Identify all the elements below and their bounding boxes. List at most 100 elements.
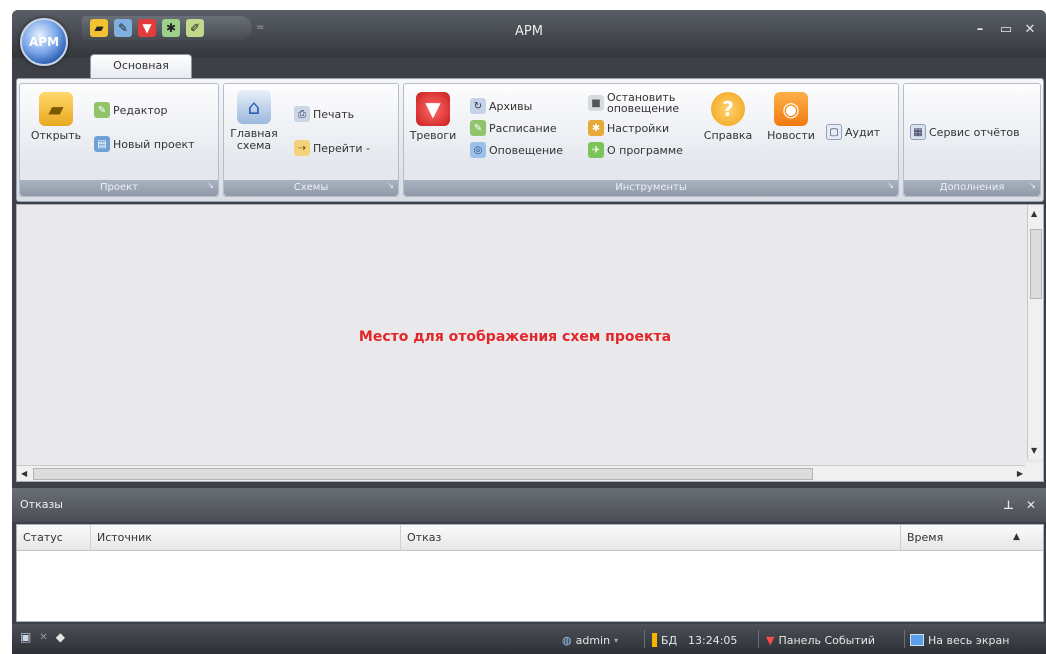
failures-grid: Статус Источник Отказ Время ▲ (16, 524, 1044, 622)
help-button[interactable]: ? Справка (698, 92, 758, 142)
ribbon: ▰ Открыть ✎ Редактор ▤ Новый проект Прое… (16, 78, 1044, 202)
notification-label: Оповещение (489, 143, 564, 157)
notification-icon: ◎ (470, 142, 486, 158)
scroll-right-icon[interactable]: ▶ (1017, 469, 1023, 478)
title-bar: ▰ ✎ ▼ ✱ ✐ = АРМ – ▭ ✕ (12, 10, 1046, 58)
db-label: БД (661, 633, 678, 647)
window-title: АРМ (515, 24, 543, 39)
alarms-icon: ▼ (416, 92, 450, 126)
sort-ascending-icon[interactable]: ▲ (1013, 532, 1020, 542)
schemes-group-title: Схемы (293, 182, 329, 193)
addons-group-title: Дополнения (939, 182, 1005, 193)
open-folder-icon: ▰ (39, 92, 73, 126)
news-label: Новости (767, 129, 815, 142)
print-label: Печать (313, 107, 355, 121)
fullscreen-button[interactable]: На весь экран (910, 630, 1009, 650)
vertical-scrollbar[interactable]: ▲ ▼ (1027, 205, 1043, 459)
dialog-launcher-icon[interactable]: ↘ (207, 178, 214, 194)
alarms-button[interactable]: ▼ Тревоги (406, 92, 460, 142)
stop-label-2: оповещение (607, 102, 680, 115)
column-source[interactable]: Источник (91, 525, 401, 551)
audit-label: Аудит (845, 125, 881, 139)
horizontal-scrollbar[interactable]: ◀ ▶ (17, 465, 1027, 481)
horizontal-scroll-thumb[interactable] (33, 468, 813, 480)
new-project-button[interactable]: ▤ Новый проект (94, 136, 195, 152)
stop-notification-label: Остановить оповещение (607, 92, 679, 114)
user-label: admin (575, 633, 611, 647)
maximize-button[interactable]: ▭ (996, 22, 1016, 37)
dialog-launcher-icon[interactable]: ↘ (387, 178, 394, 194)
panel-close-icon[interactable]: ✕ (1026, 488, 1036, 522)
about-button[interactable]: ✈ О программе (588, 142, 683, 158)
news-button[interactable]: ◉ Новости (762, 92, 820, 142)
report-icon: ▦ (910, 124, 926, 140)
events-panel-label: Панель Событий (778, 633, 876, 647)
status-time: 13:24:05 (688, 630, 737, 650)
scroll-left-icon[interactable]: ◀ (21, 469, 27, 478)
goto-label: Перейти - (313, 141, 370, 155)
group-label-schemes: Схемы ↘ (224, 180, 398, 196)
eraser-icon[interactable]: ◆ (56, 630, 65, 644)
stop-icon: ■ (588, 95, 604, 111)
settings-button[interactable]: ✱ Настройки (588, 120, 669, 136)
main-scheme-label-2: схема (236, 139, 272, 152)
print-button[interactable]: ⎙ Печать (294, 106, 354, 122)
archives-button[interactable]: ↻ Архивы (470, 98, 532, 114)
user-icon: ◍ (562, 633, 572, 647)
scroll-down-icon[interactable]: ▼ (1031, 446, 1037, 455)
notification-button[interactable]: ◎ Оповещение (470, 142, 563, 158)
editor-button[interactable]: ✎ Редактор (94, 102, 168, 118)
tab-main[interactable]: Основная (90, 54, 192, 78)
ribbon-group-project: ▰ Открыть ✎ Редактор ▤ Новый проект Прое… (19, 83, 219, 197)
settings-label: Настройки (607, 121, 670, 135)
audit-button[interactable]: ▢ Аудит (826, 124, 880, 140)
events-panel-button[interactable]: ▼ Панель Событий (766, 630, 875, 650)
ribbon-group-tools: ▼ Тревоги ↻ Архивы ✎ Расписание ◎ Оповещ… (403, 83, 899, 197)
app-window: ▰ ✎ ▼ ✱ ✐ = АРМ – ▭ ✕ АРМ Основная ▰ Отк… (12, 10, 1046, 654)
scheme-canvas[interactable]: Место для отображения схем проекта ▲ ▼ ◀… (16, 204, 1044, 482)
close-small-icon[interactable]: ✕ (39, 632, 47, 643)
scroll-corner (1025, 463, 1043, 481)
column-failure[interactable]: Отказ (401, 525, 901, 551)
monitor-icon[interactable]: ▣ (20, 630, 31, 644)
status-separator (644, 630, 645, 648)
canvas-placeholder-text: Место для отображения схем проекта (358, 329, 672, 345)
status-separator (758, 630, 759, 648)
schedule-label: Расписание (489, 121, 557, 135)
column-time[interactable]: Время (901, 525, 1011, 551)
vertical-scroll-thumb[interactable] (1030, 229, 1042, 299)
pin-icon[interactable]: ⊥ (1003, 488, 1014, 522)
archives-icon: ↻ (470, 98, 486, 114)
dialog-launcher-icon[interactable]: ↘ (887, 178, 894, 194)
scroll-up-icon[interactable]: ▲ (1031, 209, 1037, 218)
new-project-icon: ▤ (94, 136, 110, 152)
db-indicator-icon (652, 633, 657, 647)
status-left-tools: ▣ ✕ ◆ (20, 630, 65, 644)
minimize-button[interactable]: – (970, 22, 990, 37)
project-group-title: Проект (99, 182, 138, 193)
group-label-project: Проект ↘ (20, 180, 218, 196)
alarms-icon: ▼ (766, 633, 775, 647)
schedule-icon: ✎ (470, 120, 486, 136)
report-service-label: Сервис отчётов (929, 125, 1020, 139)
schedule-button[interactable]: ✎ Расписание (470, 120, 557, 136)
goto-icon: ⇢ (294, 140, 310, 156)
open-label: Открыть (30, 129, 82, 142)
status-user[interactable]: ◍ admin ▾ (562, 630, 618, 650)
stop-notification-button[interactable]: ■ Остановить оповещение (588, 92, 679, 114)
group-label-addons: Дополнения ↘ (904, 180, 1040, 196)
failures-panel-header: Отказы ⊥ ✕ (12, 488, 1046, 522)
goto-button[interactable]: ⇢ Перейти - (294, 140, 370, 156)
editor-icon: ✎ (94, 102, 110, 118)
help-icon: ? (711, 92, 745, 126)
report-service-button[interactable]: ▦ Сервис отчётов (910, 124, 1020, 140)
rss-news-icon: ◉ (774, 92, 808, 126)
app-menu-orb[interactable]: АРМ (20, 18, 68, 66)
main-scheme-button[interactable]: ⌂ Главная схема (226, 90, 282, 152)
open-button[interactable]: ▰ Открыть (24, 92, 88, 142)
close-button[interactable]: ✕ (1020, 22, 1040, 37)
dialog-launcher-icon[interactable]: ↘ (1029, 178, 1036, 194)
status-separator (904, 630, 905, 648)
ribbon-group-addons: ▦ Сервис отчётов Дополнения ↘ (903, 83, 1041, 197)
column-status[interactable]: Статус (17, 525, 91, 551)
